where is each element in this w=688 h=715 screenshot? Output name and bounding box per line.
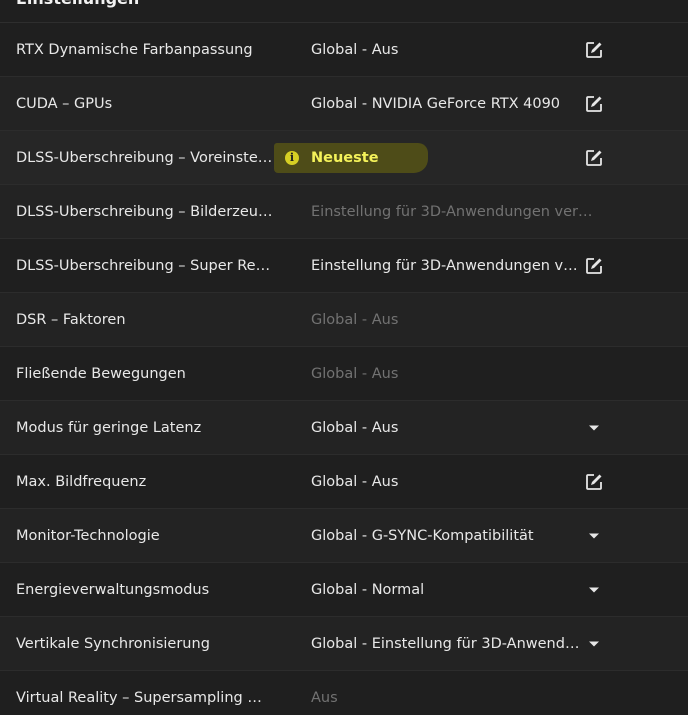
dropdown-arrow-icon[interactable] — [583, 633, 605, 655]
setting-name: DLSS-Überschreibung – Bilderzeugung — [16, 203, 274, 220]
setting-name: CUDA – GPUs — [16, 95, 113, 112]
setting-row-low-latency-mode[interactable]: Modus für geringe Latenz Global - Aus — [0, 401, 688, 455]
setting-name: DLSS-Überschreibung – Voreinstellungen — [16, 149, 274, 166]
setting-value: Global - Aus — [311, 473, 399, 490]
setting-row-dlss-super-resolution[interactable]: DLSS-Überschreibung – Super Resolution E… — [0, 239, 688, 293]
setting-value: Global - Aus — [311, 311, 399, 328]
dropdown-arrow-icon[interactable] — [583, 525, 605, 547]
setting-row-max-frame-rate[interactable]: Max. Bildfrequenz Global - Aus — [0, 455, 688, 509]
settings-title: Einstellungen — [16, 0, 139, 8]
setting-value: Global - Aus — [311, 365, 399, 382]
setting-value: Neueste — [311, 149, 379, 166]
setting-row-dlss-presets[interactable]: DLSS-Überschreibung – Voreinstellungen i… — [0, 131, 688, 185]
info-icon[interactable]: i — [285, 151, 299, 165]
setting-value: Global - Aus — [311, 41, 399, 58]
setting-value: Global - Aus — [311, 419, 399, 436]
settings-panel: Einstellungen RTX Dynamische Farbanpassu… — [0, 0, 688, 715]
edit-icon[interactable] — [583, 147, 605, 169]
setting-value: Global - G-SYNC-Kompatibilität — [311, 527, 534, 544]
setting-row-vertical-sync[interactable]: Vertikale Synchronisierung Global - Eins… — [0, 617, 688, 671]
setting-row-vr-supersampling[interactable]: Virtual Reality – Supersampling mit vari… — [0, 671, 688, 715]
edit-icon[interactable] — [583, 255, 605, 277]
setting-name: Vertikale Synchronisierung — [16, 635, 210, 652]
setting-row-rtx-dynamic-color[interactable]: RTX Dynamische Farbanpassung Global - Au… — [0, 23, 688, 77]
setting-name: Modus für geringe Latenz — [16, 419, 202, 436]
setting-name: DSR – Faktoren — [16, 311, 126, 328]
setting-row-cuda-gpus[interactable]: CUDA – GPUs Global - NVIDIA GeForce RTX … — [0, 77, 688, 131]
edit-icon[interactable] — [583, 93, 605, 115]
setting-row-monitor-technology[interactable]: Monitor-Technologie Global - G-SYNC-Komp… — [0, 509, 688, 563]
setting-row-power-management[interactable]: Energieverwaltungsmodus Global - Normal — [0, 563, 688, 617]
dropdown-arrow-icon[interactable] — [583, 417, 605, 439]
settings-header: Einstellungen — [0, 0, 688, 23]
dropdown-arrow-icon[interactable] — [583, 579, 605, 601]
edit-icon[interactable] — [583, 471, 605, 493]
setting-name: DLSS-Überschreibung – Super Resolution — [16, 257, 274, 274]
setting-row-dlss-frame-generation[interactable]: DLSS-Überschreibung – Bilderzeugung Eins… — [0, 185, 688, 239]
setting-name: Monitor-Technologie — [16, 527, 160, 544]
setting-value: Global - Einstellung für 3D-Anwendungen … — [311, 635, 581, 652]
setting-value: Global - NVIDIA GeForce RTX 4090 — [311, 95, 561, 112]
setting-name: Virtual Reality – Supersampling mit vari… — [16, 689, 274, 706]
setting-name: Energieverwaltungsmodus — [16, 581, 210, 598]
setting-value: Einstellung für 3D-Anwendungen verwenden — [311, 203, 601, 220]
setting-value: Aus — [311, 689, 338, 706]
setting-name: Max. Bildfrequenz — [16, 473, 147, 490]
setting-row-smooth-motion[interactable]: Fließende Bewegungen Global - Aus — [0, 347, 688, 401]
edit-icon[interactable] — [583, 39, 605, 61]
setting-value: Global - Normal — [311, 581, 425, 598]
setting-row-dsr-factors[interactable]: DSR – Faktoren Global - Aus — [0, 293, 688, 347]
setting-name: Fließende Bewegungen — [16, 365, 186, 382]
setting-value: Einstellung für 3D-Anwendungen verwenden — [311, 257, 581, 274]
setting-name: RTX Dynamische Farbanpassung — [16, 41, 253, 58]
